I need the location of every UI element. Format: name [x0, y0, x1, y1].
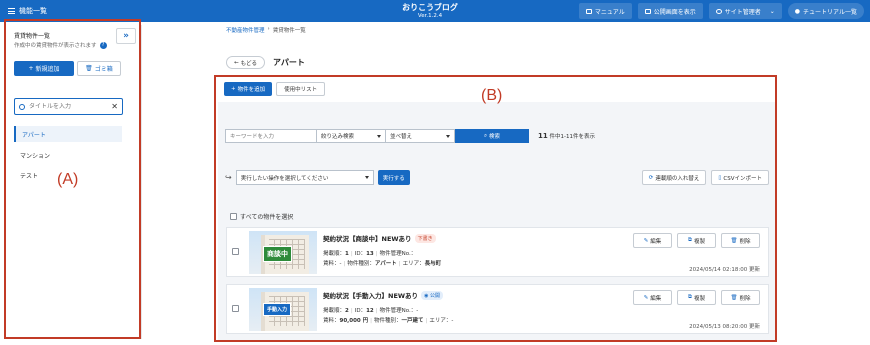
breadcrumb-root[interactable]: 不動産物件管理	[226, 26, 265, 34]
breadcrumb-current: 賃貸物件一覧	[272, 28, 306, 34]
globe-icon	[715, 8, 722, 14]
feature-menu-label: 機能一覧	[19, 7, 47, 15]
breadcrumb: 不動産物件管理 › 賃貸物件一覧	[226, 26, 306, 34]
view-public-button[interactable]: 公開画面を表示	[637, 3, 703, 19]
arrow-left-icon: ←	[234, 59, 239, 66]
chevron-down-icon: ⌄	[769, 7, 775, 15]
monitor-icon	[644, 8, 651, 14]
annotation-frame-b	[214, 75, 777, 342]
version: Ver.1.2.4	[417, 13, 443, 19]
tutorial-list-button[interactable]: ● チュートリアル一覧	[787, 3, 864, 19]
manual-button[interactable]: マニュアル	[578, 3, 632, 19]
brand-name: おりこうブログ	[402, 3, 458, 12]
back-button[interactable]: ← もどる	[226, 56, 265, 69]
hamburger-icon	[8, 8, 15, 14]
annotation-label-a: (A)	[57, 171, 79, 188]
brand: おりこうブログ Ver.1.2.4	[400, 2, 460, 19]
annotation-label-b: (B)	[481, 87, 503, 104]
site-admin-button[interactable]: サイト管理者 ⌄	[708, 3, 782, 19]
page-title: アパート	[273, 58, 305, 67]
book-icon	[585, 8, 592, 14]
lightbulb-icon: ●	[794, 7, 801, 15]
